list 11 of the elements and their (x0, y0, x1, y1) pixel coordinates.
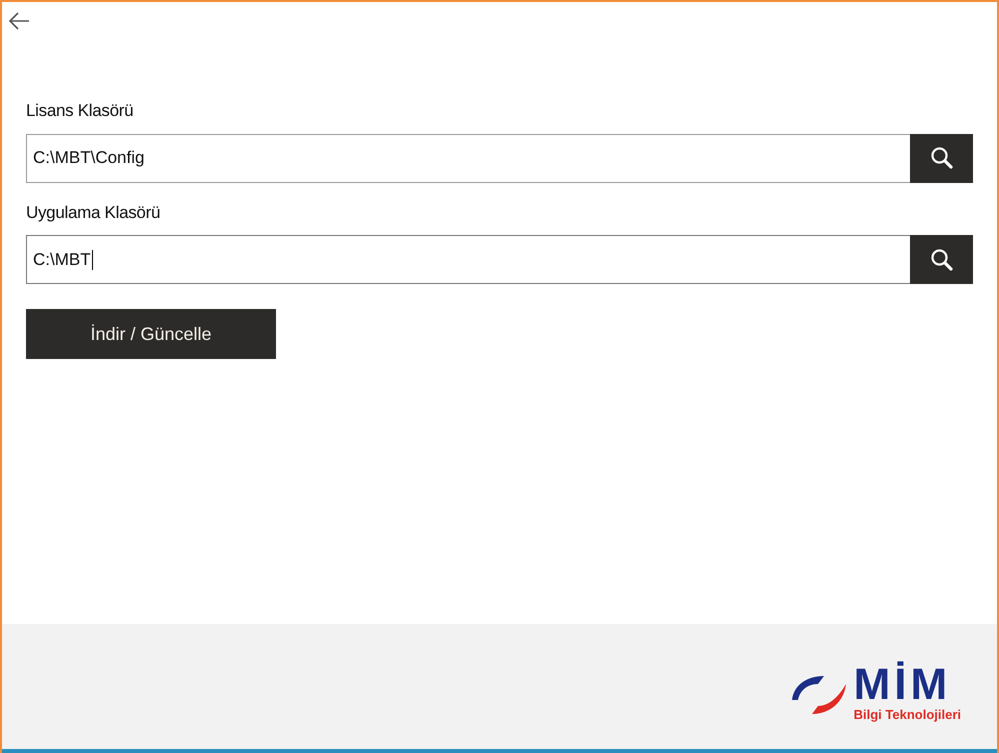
search-icon (930, 248, 954, 272)
logo-tagline: Bilgi Teknolojileri (854, 706, 961, 724)
download-update-button[interactable]: İndir / Güncelle (26, 309, 276, 359)
field-label: Lisans Klasörü (26, 100, 134, 122)
search-icon (930, 146, 954, 170)
folder-path-field[interactable]: C:\MBT\Config (26, 134, 910, 182)
back-arrow-icon[interactable] (8, 12, 30, 30)
field-label: Uygulama Klasörü (26, 202, 162, 224)
search-button[interactable] (910, 134, 973, 182)
search-button[interactable] (910, 235, 973, 284)
folder-path-field[interactable]: C:\MBT (26, 235, 910, 284)
